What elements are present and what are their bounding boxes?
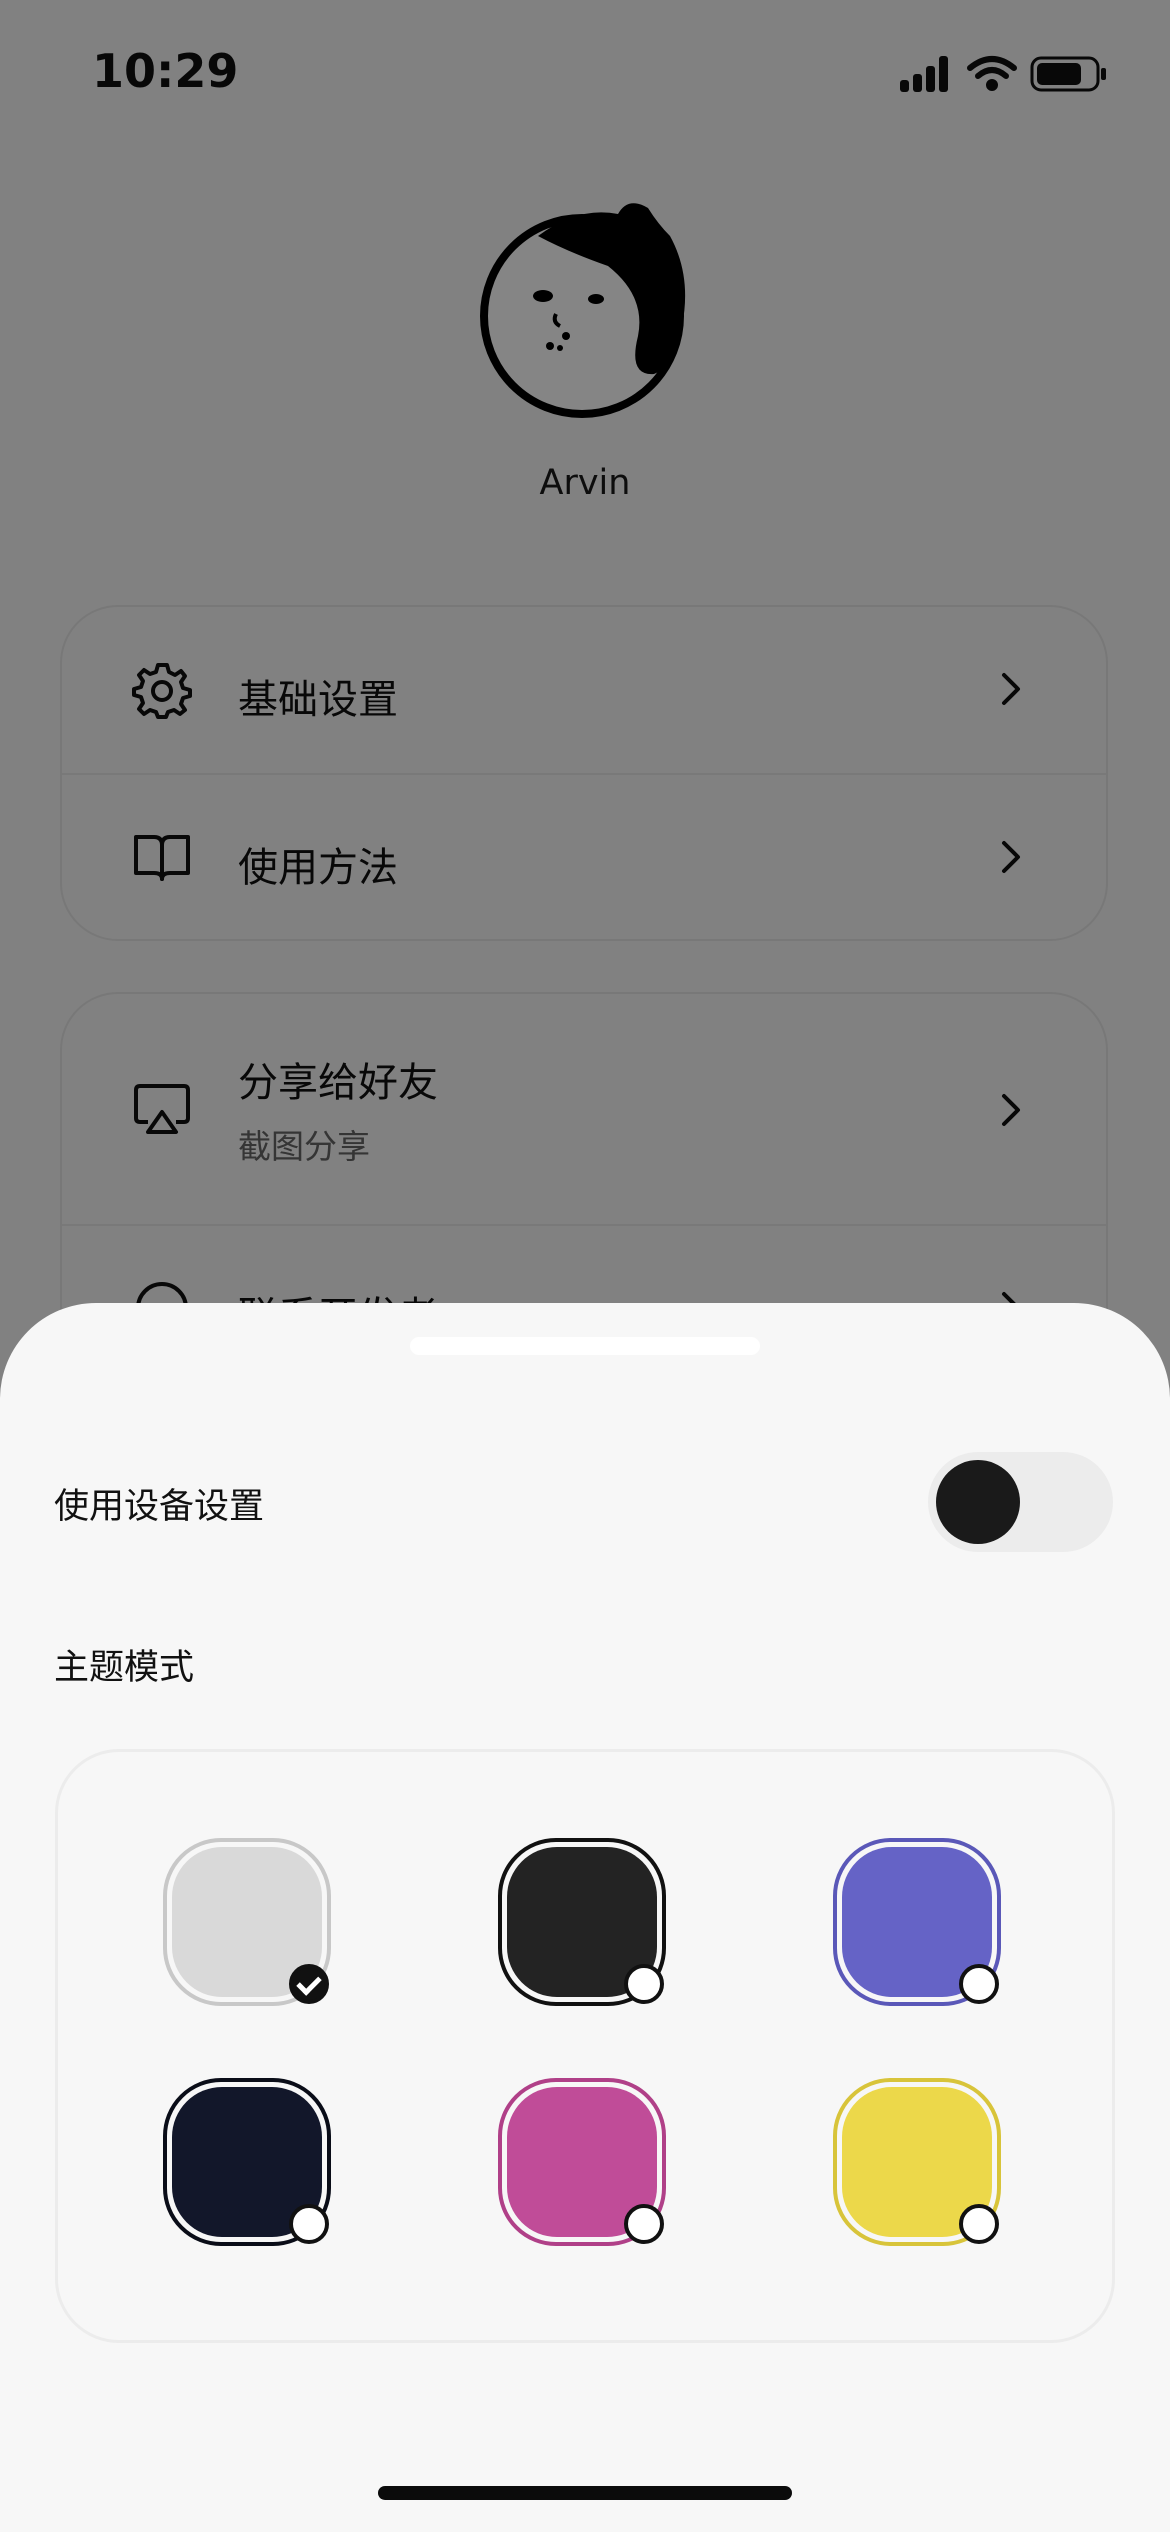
theme-swatch-navy[interactable] [163,2078,331,2246]
theme-radio[interactable] [289,2204,329,2244]
theme-swatch-indigo[interactable] [833,1838,1001,2006]
theme-swatch-dark[interactable] [498,1838,666,2006]
sheet-grabber[interactable] [410,1337,760,1355]
theme-radio[interactable] [289,1964,329,2004]
device-settings-toggle[interactable] [928,1452,1113,1552]
theme-picker [55,1749,1115,2343]
theme-radio[interactable] [959,1964,999,2004]
device-settings-label: 使用设备设置 [54,1487,265,1527]
theme-bottom-sheet: 使用设备设置 主题模式 [0,1303,1170,2532]
theme-swatch-light-gray[interactable] [163,1838,331,2006]
theme-radio[interactable] [959,2204,999,2244]
theme-radio[interactable] [624,1964,664,2004]
theme-swatch-yellow[interactable] [833,2078,1001,2246]
theme-swatch-magenta[interactable] [498,2078,666,2246]
theme-radio[interactable] [624,2204,664,2244]
toggle-knob [936,1460,1020,1544]
theme-mode-label: 主题模式 [54,1648,195,1688]
home-indicator [378,2486,792,2500]
